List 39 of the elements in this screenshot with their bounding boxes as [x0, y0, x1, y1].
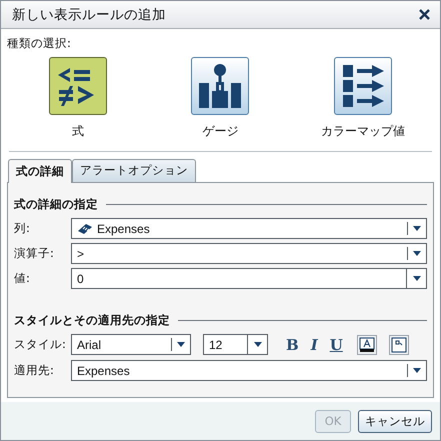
value-combo-box[interactable]: 0 — [71, 268, 427, 289]
rule-type-label: ゲージ — [202, 123, 238, 140]
dropdown-arrow-icon — [412, 276, 420, 281]
field-label: 適用先: — [14, 363, 55, 378]
window-title: 新しい表示ルールの追加 — [12, 6, 166, 24]
tab[interactable]: 式の詳細 — [8, 159, 72, 183]
field-label: 演算子: — [14, 246, 55, 261]
gauge-icon — [197, 63, 244, 109]
type-picker-label: 種類の選択: — [7, 36, 72, 51]
dialog-button[interactable]: キャンセル — [358, 410, 432, 432]
size-combo-box[interactable]: 12 — [203, 334, 268, 355]
fill-color-button[interactable] — [388, 334, 409, 354]
dropdown-arrow-icon — [176, 342, 184, 347]
close-icon[interactable] — [419, 9, 430, 20]
format-button[interactable]: U — [328, 336, 345, 354]
text-color-button[interactable] — [356, 334, 377, 354]
section-heading: スタイルとその適用先の指定 — [14, 313, 170, 328]
rule-type-button[interactable] — [334, 57, 392, 115]
field-label: スタイル: — [14, 337, 67, 352]
field-label: 値: — [14, 271, 31, 286]
dropdown-arrow-icon — [412, 251, 420, 256]
ruler-icon — [77, 222, 93, 234]
dropdown-field[interactable]: Expenses — [71, 218, 427, 239]
text-color-icon — [358, 336, 375, 352]
dropdown-field[interactable]: > — [71, 243, 427, 264]
rule-type-label: カラーマップ値 — [320, 123, 405, 140]
format-button[interactable]: B — [284, 336, 301, 354]
format-button[interactable]: I — [308, 336, 320, 354]
tab[interactable]: アラートオプション — [72, 159, 196, 183]
dropdown-arrow-icon — [412, 226, 420, 231]
dropdown-arrow-icon — [412, 368, 420, 373]
font-dropdown[interactable]: Arial — [71, 334, 191, 355]
rule-type-button[interactable] — [49, 57, 108, 115]
field-label: 列: — [14, 221, 31, 236]
rule-type-label: 式 — [72, 123, 84, 140]
section-heading: 式の詳細の指定 — [14, 197, 98, 212]
rule-type-button[interactable] — [191, 57, 250, 115]
dropdown-field[interactable]: Expenses — [71, 360, 427, 381]
dropdown-arrow-icon — [254, 342, 262, 347]
